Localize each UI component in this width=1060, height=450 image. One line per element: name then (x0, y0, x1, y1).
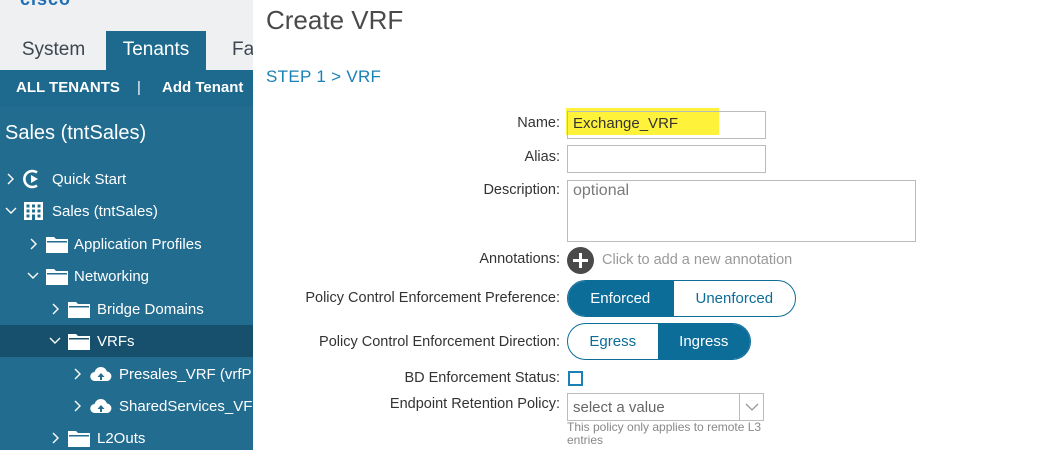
tree-item-label: Quick Start (52, 171, 127, 188)
chevron-right-icon[interactable] (51, 431, 61, 445)
tree-item-label: Application Profiles (74, 236, 202, 253)
alias-field[interactable] (567, 145, 766, 173)
tree-item-networking[interactable]: Networking (0, 260, 253, 292)
folder-icon (68, 302, 90, 318)
pce-direction-egress[interactable]: Egress (568, 324, 658, 359)
bd-enforcement-checkbox[interactable] (568, 371, 583, 386)
folder-icon (46, 269, 68, 285)
top-tab-bar: cisco System Tenants Fa (0, 0, 253, 70)
subnav-separator: | (137, 79, 141, 96)
tab-fabric[interactable]: Fa (232, 31, 253, 70)
chevron-right-icon[interactable] (6, 172, 16, 186)
tree-item-sharedservices-vrf[interactable]: SharedServices_VF (0, 390, 253, 422)
chevron-down-icon[interactable] (26, 269, 40, 283)
chevron-right-icon[interactable] (73, 399, 83, 413)
cloud-icon (90, 367, 112, 382)
chevron-right-icon[interactable] (73, 367, 83, 381)
chevron-down-icon (745, 403, 759, 411)
pce-direction-toggle: Egress Ingress (567, 323, 751, 360)
tenant-subnav: ALL TENANTS | Add Tenant (0, 70, 253, 106)
cloud-icon (90, 399, 112, 414)
tree-item-label: Presales_VRF (vrfP (119, 366, 252, 383)
chevron-down-icon[interactable] (48, 334, 62, 348)
dropdown-button[interactable] (739, 394, 763, 420)
annotations-label: Annotations: (479, 251, 560, 267)
tree-item-label: Bridge Domains (97, 301, 204, 318)
tab-system[interactable]: System (0, 31, 107, 70)
name-label: Name: (517, 115, 560, 131)
quick-start-icon (23, 169, 38, 189)
endpoint-retention-select[interactable]: select a value (567, 393, 764, 421)
tree-item-label: SharedServices_VF (119, 398, 253, 415)
description-label: Description: (483, 182, 560, 198)
add-tenant-link[interactable]: Add Tenant (162, 79, 243, 96)
chevron-down-icon[interactable] (4, 204, 18, 218)
tenant-grid-icon (24, 202, 43, 220)
tree-item-presales-vrf[interactable]: Presales_VRF (vrfP (0, 358, 253, 390)
chevron-right-icon[interactable] (51, 302, 61, 316)
endpoint-retention-label: Endpoint Retention Policy: (389, 396, 560, 412)
bd-enforcement-label: BD Enforcement Status: (404, 370, 560, 386)
folder-icon (68, 334, 90, 350)
wizard-step-label: STEP 1 > VRF (266, 67, 382, 86)
folder-icon (46, 237, 68, 253)
pce-direction-ingress[interactable]: Ingress (657, 324, 750, 359)
folder-icon (68, 431, 90, 447)
left-navigation: cisco System Tenants Fa ALL TENANTS | Ad… (0, 0, 253, 450)
tree-item-tenant-sales[interactable]: Sales (tntSales) (0, 195, 253, 227)
pce-preference-label: Policy Control Enforcement Preference: (305, 290, 560, 306)
select-placeholder: select a value (573, 399, 665, 416)
tab-tenants[interactable]: Tenants (106, 31, 206, 70)
tenant-title: Sales (tntSales) (5, 122, 147, 144)
tree-item-application-profiles[interactable]: Application Profiles (0, 228, 253, 260)
pce-direction-label: Policy Control Enforcement Direction: (319, 334, 560, 350)
top-tabs: System Tenants Fa (0, 31, 253, 70)
page-title: Create VRF (266, 5, 404, 35)
tree-item-vrfs[interactable]: VRFs (0, 325, 253, 357)
alias-label: Alias: (524, 149, 560, 165)
create-vrf-dialog: Create VRF STEP 1 > VRF Name: Exchange_V… (253, 0, 1060, 450)
logo-text: cisco (20, 0, 71, 8)
all-tenants-link[interactable]: ALL TENANTS (16, 79, 120, 96)
tree-item-label: Sales (tntSales) (52, 203, 158, 220)
description-field[interactable]: optional (567, 180, 916, 242)
pce-preference-toggle: Enforced Unenforced (567, 280, 796, 317)
endpoint-retention-hint: This policy only applies to remote L3 en… (567, 420, 762, 447)
navigation-tree: Sales (tntSales) Quick Start Sales (tntS… (0, 106, 253, 450)
tree-item-label: Networking (74, 268, 150, 285)
tree-item-l2outs[interactable]: L2Outs (0, 422, 253, 450)
name-field[interactable]: Exchange_VRF (567, 111, 766, 139)
add-annotation-link[interactable]: Click to add a new annotation (602, 252, 792, 268)
tree-item-bridge-domains[interactable]: Bridge Domains (0, 293, 253, 325)
pce-preference-unenforced[interactable]: Unenforced (672, 281, 795, 316)
add-annotation-icon[interactable] (567, 247, 594, 274)
chevron-right-icon[interactable] (29, 237, 39, 251)
tree-item-label: VRFs (97, 333, 135, 350)
tree-item-label: L2Outs (97, 430, 146, 447)
pce-preference-enforced[interactable]: Enforced (568, 281, 673, 316)
tree-item-quick-start[interactable]: Quick Start (0, 163, 253, 195)
